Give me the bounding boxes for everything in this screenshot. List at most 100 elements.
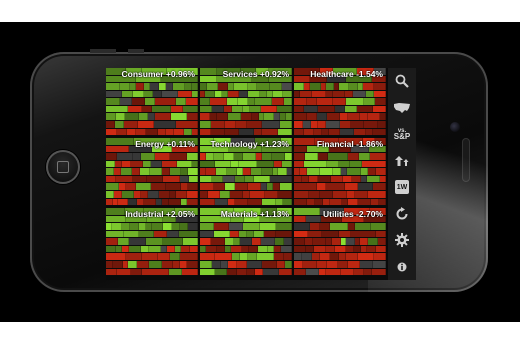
stock-cell[interactable] (229, 190, 243, 198)
stock-cell[interactable] (225, 183, 236, 190)
stock-cell[interactable] (200, 120, 212, 128)
stock-cell[interactable] (133, 190, 142, 198)
stock-cell[interactable] (182, 238, 198, 245)
stock-cell[interactable] (316, 113, 328, 120)
stock-cell[interactable] (294, 253, 303, 260)
stock-cell[interactable] (294, 98, 307, 105)
stock-cell[interactable] (354, 268, 365, 276)
stock-cell[interactable] (276, 230, 292, 238)
stock-cell[interactable] (119, 183, 127, 190)
stock-cell[interactable] (358, 253, 375, 260)
stock-cell[interactable] (299, 168, 308, 175)
stock-cell[interactable] (302, 120, 312, 128)
stock-cell[interactable] (132, 153, 142, 160)
stock-cell[interactable] (142, 268, 169, 276)
stock-cell[interactable] (306, 198, 315, 206)
stock-cell[interactable] (375, 98, 386, 105)
stock-cell[interactable] (175, 98, 186, 105)
stock-cell[interactable] (320, 223, 330, 230)
stock-cell[interactable] (119, 83, 130, 90)
stock-cell[interactable] (364, 120, 379, 128)
stock-cell[interactable] (294, 230, 309, 238)
stock-cell[interactable] (234, 83, 249, 90)
stock-cell[interactable] (261, 260, 278, 268)
stock-cell[interactable] (132, 175, 148, 183)
stock-cell[interactable] (333, 168, 341, 175)
stock-cell[interactable] (306, 98, 317, 105)
stock-cell[interactable] (106, 138, 135, 145)
stock-cell[interactable] (158, 128, 166, 136)
stock-cell[interactable] (174, 128, 185, 136)
stock-cell[interactable] (141, 245, 149, 253)
stock-cell[interactable] (285, 113, 292, 120)
stock-cell[interactable] (145, 223, 153, 230)
search-button[interactable] (391, 72, 413, 90)
stock-cell[interactable] (220, 190, 230, 198)
stock-cell[interactable] (278, 190, 292, 198)
stock-cell[interactable] (294, 260, 303, 268)
stock-cell[interactable] (282, 160, 292, 168)
stock-cell[interactable] (318, 175, 332, 183)
stock-cell[interactable] (262, 128, 278, 136)
stock-cell[interactable] (337, 260, 348, 268)
stock-cell[interactable] (170, 153, 187, 160)
stock-cell[interactable] (129, 238, 146, 245)
stock-cell[interactable] (332, 90, 346, 98)
stock-cell[interactable] (186, 113, 198, 120)
stock-cell[interactable] (303, 128, 314, 136)
stock-cell[interactable] (152, 90, 162, 98)
stock-cell[interactable] (257, 83, 271, 90)
stock-cell[interactable] (228, 223, 244, 230)
stock-cell[interactable] (373, 183, 386, 190)
stock-cell[interactable] (216, 168, 227, 175)
stock-cell[interactable] (277, 260, 286, 268)
stock-cell[interactable] (248, 198, 262, 206)
stock-cell[interactable] (227, 113, 241, 120)
stock-cell[interactable] (347, 168, 362, 175)
stock-cell[interactable] (169, 253, 181, 260)
stock-cell[interactable] (222, 175, 236, 183)
stock-cell[interactable] (307, 168, 320, 175)
stock-cell[interactable] (126, 183, 137, 190)
stock-cell[interactable] (270, 83, 283, 90)
stock-cell[interactable] (170, 113, 187, 120)
stock-cell[interactable] (106, 145, 130, 153)
stock-cell[interactable] (126, 253, 143, 260)
stock-cell[interactable] (115, 120, 125, 128)
refresh-button[interactable] (391, 205, 413, 223)
stock-cell[interactable] (261, 238, 276, 245)
stock-cell[interactable] (176, 120, 198, 128)
stock-cell[interactable] (379, 175, 386, 183)
stock-cell[interactable] (236, 120, 247, 128)
stock-cell[interactable] (236, 268, 247, 276)
stock-cell[interactable] (282, 83, 292, 90)
stock-cell[interactable] (307, 113, 317, 120)
stock-cell[interactable] (161, 90, 178, 98)
stock-cell[interactable] (357, 105, 373, 113)
stock-cell[interactable] (371, 268, 386, 276)
stock-cell[interactable] (146, 128, 159, 136)
sector-tile-industrial[interactable]: Industrial +2.05% (106, 208, 198, 276)
stock-cell[interactable] (119, 98, 132, 105)
sector-tile-materials[interactable]: Materials +1.13% (200, 208, 292, 276)
stock-cell[interactable] (120, 168, 132, 175)
stock-cell[interactable] (294, 145, 308, 153)
stock-cell[interactable] (273, 183, 280, 190)
stock-cell[interactable] (245, 175, 255, 183)
stock-cell[interactable] (106, 190, 115, 198)
stock-cell[interactable] (360, 260, 373, 268)
stock-cell[interactable] (251, 238, 262, 245)
stock-cell[interactable] (325, 245, 335, 253)
stock-cell[interactable] (145, 98, 155, 105)
stock-cell[interactable] (147, 175, 164, 183)
stock-cell[interactable] (168, 268, 183, 276)
stock-cell[interactable] (276, 105, 292, 113)
stock-cell[interactable] (238, 160, 257, 168)
stock-cell[interactable] (106, 208, 125, 215)
stock-cell[interactable] (143, 198, 156, 206)
home-button[interactable] (46, 150, 80, 184)
stock-cell[interactable] (209, 113, 218, 120)
stock-cell[interactable] (351, 230, 376, 238)
stock-cell[interactable] (346, 245, 354, 253)
stock-cell[interactable] (379, 113, 386, 120)
